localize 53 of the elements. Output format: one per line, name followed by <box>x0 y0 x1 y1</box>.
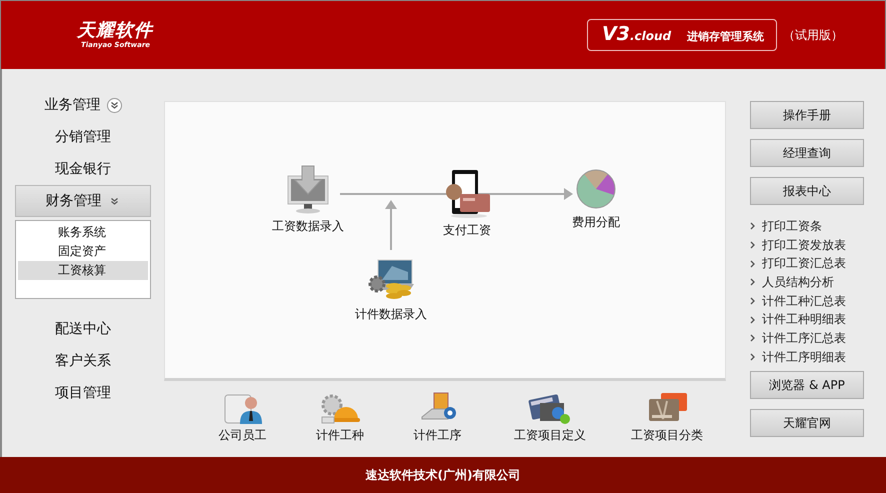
flow-node-label[interactable]: 支付工资 <box>443 222 491 239</box>
logo-text: 天耀软件 <box>77 21 153 41</box>
shortcut-label[interactable]: 公司员工 <box>218 427 266 444</box>
report-link[interactable]: 计件工序汇总表 <box>762 330 846 347</box>
link-button[interactable]: 浏览器 & APP <box>750 371 864 399</box>
product-name: 进销存管理系统 <box>687 29 764 44</box>
shortcut-label[interactable]: 工资项目分类 <box>630 427 703 444</box>
chevron-icon <box>750 260 756 268</box>
shortcut-label[interactable]: 计件工种 <box>316 427 364 444</box>
nav-item[interactable]: 财务管理 <box>15 185 151 217</box>
chevron-icon <box>750 316 756 324</box>
nav-item[interactable]: 分销管理 <box>15 121 151 153</box>
nav-item[interactable]: 业务管理 <box>15 89 151 121</box>
report-link[interactable]: 打印工资发放表 <box>762 236 846 254</box>
nav-item[interactable]: 项目管理 <box>15 377 151 409</box>
chevron-icon <box>750 222 756 230</box>
nav-item[interactable]: 配送中心 <box>15 313 151 345</box>
report-link[interactable]: 计件工种汇总表 <box>762 292 846 310</box>
submenu-item[interactable]: 账务系统 <box>18 223 148 242</box>
shortcut-label[interactable]: 工资项目定义 <box>514 427 586 444</box>
chevron-icon <box>106 98 122 112</box>
company-name: 速达软件技术(广州)有限公司 <box>366 466 520 484</box>
chevron-icon <box>750 334 756 342</box>
report-link[interactable]: 计件工种明细表 <box>762 311 846 328</box>
menu-button[interactable]: 报表中心 <box>750 177 864 205</box>
submenu-item[interactable]: 固定资产 <box>18 242 148 261</box>
menu-button[interactable]: 经理查询 <box>750 139 864 167</box>
phone-card-icon <box>444 168 490 218</box>
flow-node-label[interactable]: 费用分配 <box>572 214 620 231</box>
chevron-icon <box>750 278 756 286</box>
nav-item[interactable]: 现金银行 <box>15 153 151 185</box>
flow-node-label[interactable]: 计件数据录入 <box>355 306 427 323</box>
report-link[interactable]: 打印工资汇总表 <box>762 255 846 272</box>
chevron-icon <box>750 353 756 362</box>
monitor-download-icon <box>285 164 331 214</box>
edition-text: .cloud <box>630 29 672 43</box>
link-button[interactable]: 天耀官网 <box>750 409 864 437</box>
submenu-item[interactable]: 工资核算 <box>18 261 148 280</box>
trial-label: （试用版） <box>783 26 844 44</box>
menu-button[interactable]: 操作手册 <box>750 101 864 129</box>
report-link[interactable]: 打印工资条 <box>762 218 822 235</box>
chevron-icon <box>750 241 756 250</box>
nav-item-label: 业务管理 <box>44 96 100 114</box>
flow-node-label[interactable]: 工资数据录入 <box>272 218 344 235</box>
nav-item-label: 财务管理 <box>46 192 102 210</box>
chevron-icon <box>750 297 756 306</box>
version-text: V3 <box>602 23 630 45</box>
report-link[interactable]: 计件工序明细表 <box>762 348 846 366</box>
report-link[interactable]: 人员结构分析 <box>762 274 834 291</box>
laptop-coins-icon <box>368 258 414 302</box>
shortcut-label[interactable]: 计件工序 <box>414 427 462 444</box>
nav-item[interactable]: 客户关系 <box>15 345 151 377</box>
pie-chart-icon <box>575 168 617 210</box>
